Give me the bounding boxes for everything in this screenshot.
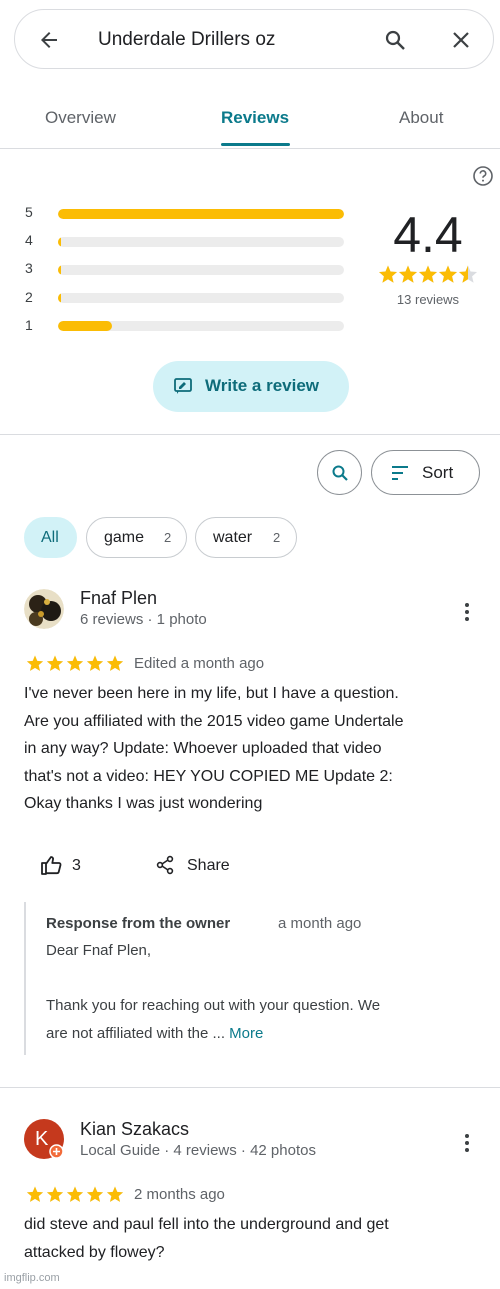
write-review-icon xyxy=(174,378,192,394)
sort-label: Sort xyxy=(422,463,454,482)
review-date: 2 months ago xyxy=(134,1186,225,1203)
review-line: did steve and paul fell into the undergr… xyxy=(24,1216,389,1233)
star-filled xyxy=(26,1186,44,1202)
search-bar[interactable]: Underdale Drillers oz xyxy=(14,9,494,69)
review-stars xyxy=(26,655,124,671)
star-filled xyxy=(66,1186,84,1202)
review-text: did steve and paul fell into the undergr… xyxy=(24,1211,479,1266)
chip-label: water xyxy=(213,529,253,546)
review-line: I've never been here in my life, but I h… xyxy=(24,685,399,702)
tab-about[interactable]: About xyxy=(399,108,443,128)
share-icon[interactable] xyxy=(155,855,175,875)
tab-reviews[interactable]: Reviews xyxy=(221,108,289,128)
search-icon xyxy=(332,465,348,481)
review-count[interactable]: 13 reviews xyxy=(378,292,478,307)
star-filled xyxy=(46,655,64,671)
chip-water[interactable]: water 2 xyxy=(195,517,297,558)
chip-game[interactable]: game 2 xyxy=(86,517,187,558)
owner-response-line: are not affiliated with the ... xyxy=(46,1024,225,1042)
local-guide-badge-icon xyxy=(49,1144,64,1159)
star-filled xyxy=(106,655,124,671)
bar-label-4: 4 xyxy=(25,232,33,248)
review-line: in any way? Update: Whoever uploaded tha… xyxy=(24,740,382,757)
reviewer-name[interactable]: Kian Szakacs xyxy=(80,1119,189,1140)
rating-bar-5 xyxy=(58,209,344,219)
owner-response-rule xyxy=(24,902,26,1055)
write-review-label: Write a review xyxy=(205,376,320,395)
review-line: attacked by flowey? xyxy=(24,1243,165,1261)
chip-count: 2 xyxy=(273,530,281,545)
help-icon[interactable] xyxy=(472,165,494,187)
review-divider xyxy=(0,1087,500,1088)
write-review-button[interactable]: Write a review xyxy=(153,361,349,412)
reviewer-meta: Local Guide · 4 reviews · 42 photos xyxy=(80,1142,316,1159)
search-reviews-button[interactable] xyxy=(317,450,362,495)
average-rating: 4.4 xyxy=(393,207,463,263)
search-icon[interactable] xyxy=(383,28,407,52)
share-button[interactable]: Share xyxy=(187,857,230,875)
owner-response-text: Dear Fnaf Plen, Thank you for reaching o… xyxy=(46,937,481,1047)
bar-label-1: 1 xyxy=(25,317,33,333)
star-filled xyxy=(26,655,44,671)
review-line: that's not a video: HEY YOU COPIED ME Up… xyxy=(24,767,393,785)
back-arrow-icon[interactable] xyxy=(37,28,61,52)
more-options-icon[interactable] xyxy=(464,602,470,622)
tabs-divider xyxy=(0,148,500,149)
review-text: I've never been here in my life, but I h… xyxy=(24,680,479,818)
owner-response-title: Response from the owner xyxy=(46,915,231,932)
rating-bar-1 xyxy=(58,321,344,331)
sort-button[interactable]: Sort xyxy=(371,450,480,495)
owner-response-line: Thank you for reaching out with your que… xyxy=(46,997,381,1014)
star-filled xyxy=(66,655,84,671)
owner-response-line: Dear Fnaf Plen, xyxy=(46,942,152,959)
chip-count: 2 xyxy=(164,530,172,545)
sort-icon xyxy=(392,466,408,480)
star-filled xyxy=(378,265,398,283)
tab-overview[interactable]: Overview xyxy=(45,108,116,128)
avatar[interactable]: K xyxy=(24,1119,64,1159)
rating-bar-3 xyxy=(58,265,344,275)
thumbs-up-icon[interactable] xyxy=(40,855,62,875)
review-date: Edited a month ago xyxy=(134,655,265,672)
chip-label: game xyxy=(104,529,145,546)
star-filled xyxy=(86,655,104,671)
reviewer-name[interactable]: Fnaf Plen xyxy=(80,588,157,609)
chip-label: All xyxy=(41,529,59,546)
reviewer-meta: 6 reviews · 1 photo xyxy=(80,611,207,628)
star-filled xyxy=(86,1186,104,1202)
star-filled xyxy=(438,265,458,283)
more-link[interactable]: More xyxy=(229,1025,263,1042)
review-line: Are you affiliated with the 2015 video g… xyxy=(24,712,404,730)
summary-divider xyxy=(0,434,500,435)
review-line: Okay thanks I was just wondering xyxy=(24,795,263,812)
close-icon[interactable] xyxy=(449,28,473,52)
avatar[interactable] xyxy=(24,589,64,629)
star-filled xyxy=(398,265,418,283)
star-filled xyxy=(46,1186,64,1202)
watermark: imgflip.com xyxy=(4,1272,60,1284)
search-query[interactable]: Underdale Drillers oz xyxy=(98,29,275,51)
like-count[interactable]: 3 xyxy=(72,857,81,875)
bar-label-3: 3 xyxy=(25,260,33,276)
rating-stars xyxy=(378,265,478,283)
rating-bar-4 xyxy=(58,237,344,247)
review-stars xyxy=(26,1186,124,1202)
owner-response-date: a month ago xyxy=(278,915,362,932)
rating-bar-2 xyxy=(58,293,344,303)
star-filled xyxy=(418,265,438,283)
bar-label-2: 2 xyxy=(25,289,33,305)
active-tab-indicator xyxy=(221,143,290,146)
bar-label-5: 5 xyxy=(25,204,33,220)
more-options-icon[interactable] xyxy=(464,1133,470,1153)
star-filled xyxy=(106,1186,124,1202)
avatar-letter: K xyxy=(35,1128,49,1150)
chip-all[interactable]: All xyxy=(24,517,77,558)
